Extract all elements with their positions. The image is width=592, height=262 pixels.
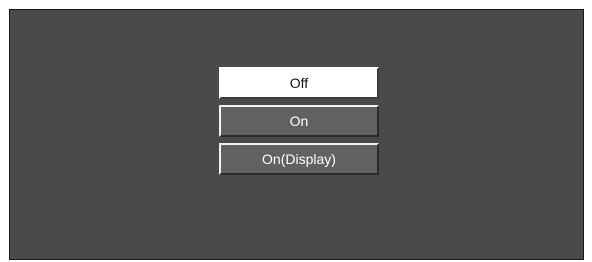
option-on-display-label: On(Display) [262, 151, 336, 167]
option-menu: Off On On(Display) [219, 67, 379, 175]
option-on-label: On [289, 113, 309, 129]
option-off-label: Off [289, 75, 309, 91]
option-on-button[interactable]: On [219, 105, 379, 137]
screen-panel: Off On On(Display) [9, 9, 584, 260]
option-off-button[interactable]: Off [219, 67, 379, 99]
option-on-display-button[interactable]: On(Display) [219, 143, 379, 175]
